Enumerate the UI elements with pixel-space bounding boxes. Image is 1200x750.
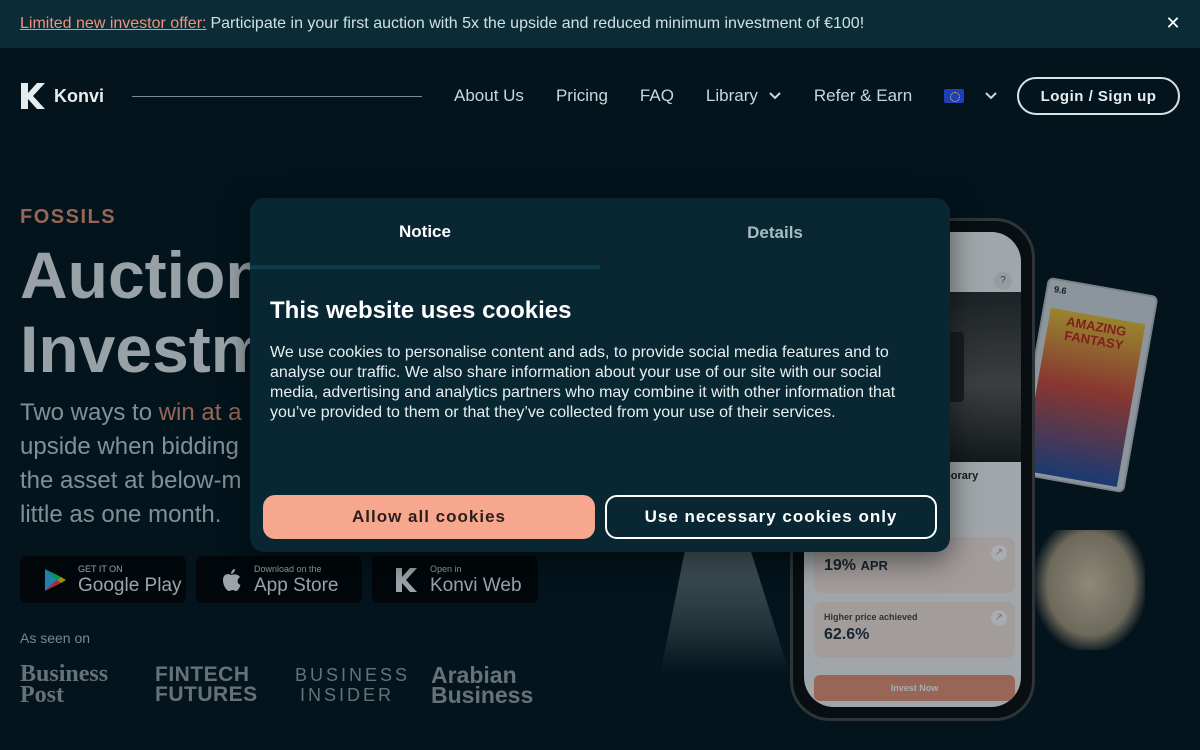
active-tab-indicator bbox=[250, 266, 600, 269]
nav-pricing[interactable]: Pricing bbox=[556, 86, 608, 106]
chevron-down-icon bbox=[769, 92, 781, 100]
nav-about-us[interactable]: About Us bbox=[454, 86, 524, 106]
nav-faq[interactable]: FAQ bbox=[640, 86, 674, 106]
offer-banner: Limited new investor offer: Participate … bbox=[0, 0, 1200, 48]
eu-flag-icon bbox=[944, 89, 965, 103]
nav-divider bbox=[132, 96, 422, 97]
nav-library[interactable]: Library bbox=[706, 86, 782, 106]
nav-refer-earn[interactable]: Refer & Earn bbox=[814, 86, 912, 106]
allow-all-cookies-button[interactable]: Allow all cookies bbox=[263, 495, 595, 539]
necessary-cookies-only-button[interactable]: Use necessary cookies only bbox=[605, 495, 937, 539]
brand-name: Konvi bbox=[54, 85, 105, 106]
logo[interactable]: Konvi bbox=[20, 82, 104, 110]
nav-library-label: Library bbox=[705, 86, 758, 105]
konvi-logo-icon bbox=[21, 83, 45, 109]
cookie-consent-dialog: Notice Details This website uses cookies… bbox=[250, 198, 950, 552]
cookie-heading: This website uses cookies bbox=[270, 297, 572, 324]
chevron-down-icon bbox=[985, 92, 997, 100]
tab-notice[interactable]: Notice bbox=[250, 198, 600, 268]
offer-link[interactable]: Limited new investor offer: bbox=[20, 15, 206, 33]
language-selector[interactable] bbox=[944, 89, 998, 103]
close-icon[interactable]: ✕ bbox=[1164, 14, 1182, 32]
nav-links: About Us Pricing FAQ Library Refer & Ear… bbox=[454, 86, 1030, 106]
cookie-tabs: Notice Details bbox=[250, 198, 950, 268]
main-nav: Konvi About Us Pricing FAQ Library Refer… bbox=[0, 48, 1200, 144]
cookie-body-text: We use cookies to personalise content an… bbox=[270, 344, 896, 421]
tab-details[interactable]: Details bbox=[600, 198, 950, 268]
offer-message: Participate in your first auction with 5… bbox=[210, 15, 865, 32]
login-signup-button[interactable]: Login / Sign up bbox=[1017, 77, 1180, 115]
